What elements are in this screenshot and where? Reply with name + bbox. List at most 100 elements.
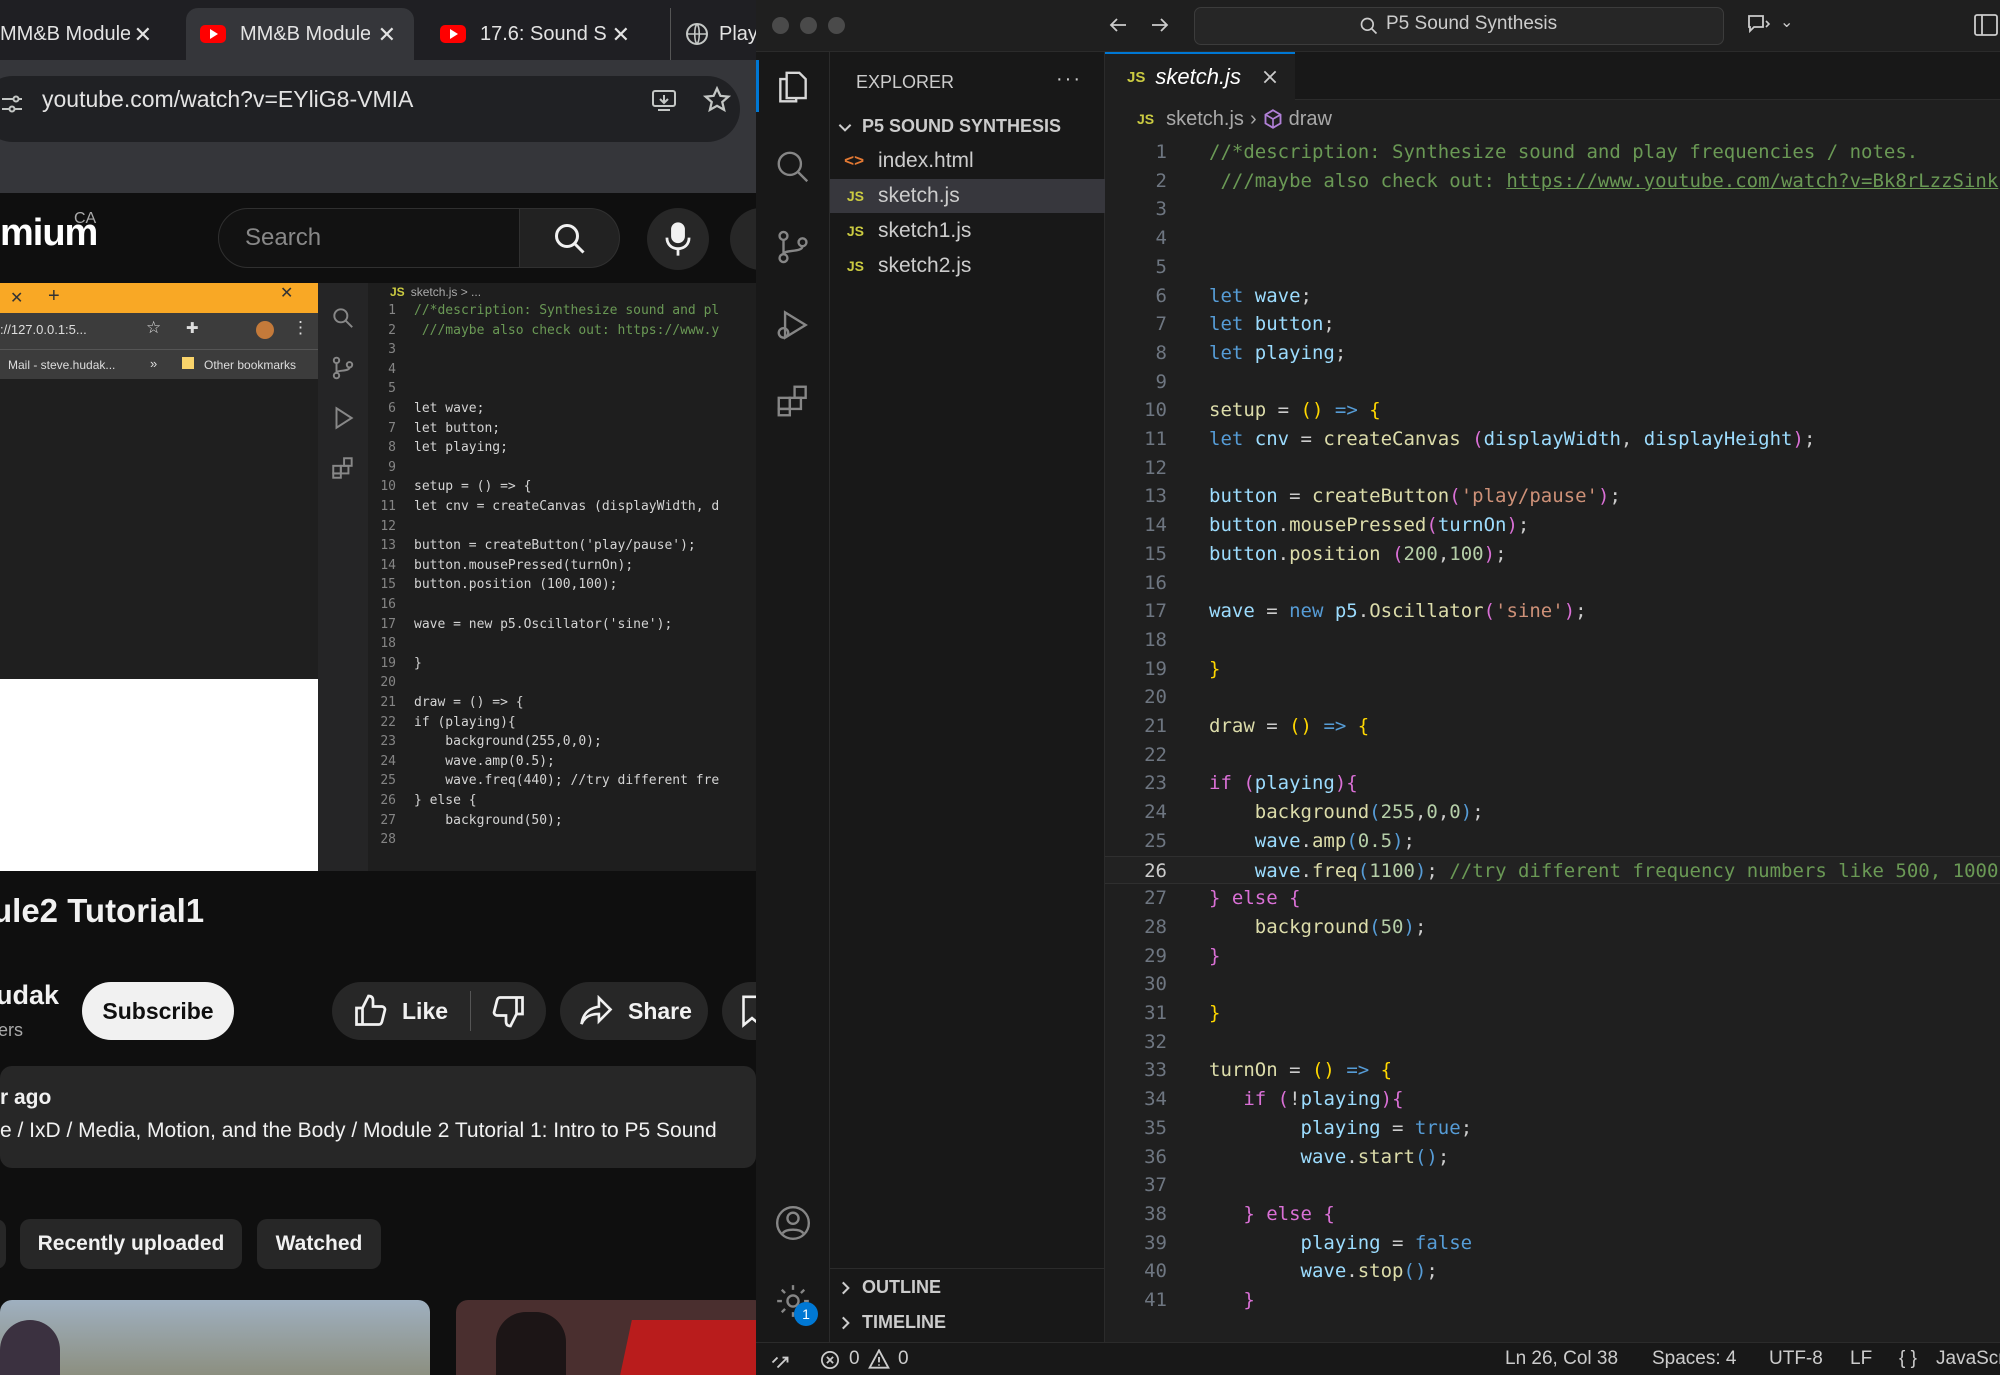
file-sketch-js[interactable]: JS sketch.js (830, 179, 1105, 213)
close-icon[interactable]: ✕ (612, 22, 630, 48)
search-button[interactable] (520, 208, 620, 268)
forward-arrow-icon[interactable] (1148, 13, 1172, 37)
code-line[interactable]: 29} (1105, 942, 2000, 971)
code-line[interactable]: 28 background(50); (1105, 913, 2000, 942)
code-line[interactable]: 9 (1105, 368, 2000, 397)
outline-section[interactable]: OUTLINE (836, 1277, 941, 1298)
recommended-thumbnail[interactable] (0, 1300, 430, 1375)
code-line[interactable]: 39 playing = false (1105, 1229, 2000, 1258)
file-sketch1-js[interactable]: JS sketch1.js (830, 214, 1105, 248)
close-icon[interactable]: ✕ (134, 22, 152, 48)
breadcrumb-symbol[interactable]: draw (1289, 108, 1332, 131)
close-icon[interactable] (1261, 68, 1279, 86)
more-actions-icon[interactable]: ··· (1056, 68, 1082, 91)
code-line[interactable]: 7 let button; (1105, 310, 2000, 339)
code-line[interactable]: 13 button = createButton('play/pause'); (1105, 482, 2000, 511)
thumbs-up-icon[interactable] (352, 993, 388, 1029)
explorer-files-icon[interactable] (774, 68, 812, 106)
browser-tab-3[interactable]: 17.6: Sound S ✕ (426, 8, 648, 60)
code-line[interactable]: 32 (1105, 1028, 2000, 1057)
like-label[interactable]: Like (402, 998, 448, 1025)
chip-watched[interactable]: Watched (257, 1219, 381, 1269)
code-line[interactable]: 14 button.mousePressed(turnOn); (1105, 511, 2000, 540)
browser-tab-1[interactable]: MM&B Module ✕ (0, 8, 170, 60)
code-line[interactable]: 37 (1105, 1171, 2000, 1200)
code-line[interactable]: 6 let wave; (1105, 282, 2000, 311)
copilot-chat-icon[interactable] (1746, 12, 1772, 36)
code-line[interactable]: 18 (1105, 626, 2000, 655)
code-line[interactable]: 22 (1105, 741, 2000, 770)
code-line[interactable]: 27} else { (1105, 884, 2000, 913)
code-line[interactable]: 5 (1105, 253, 2000, 282)
code-line[interactable]: 8 let playing; (1105, 339, 2000, 368)
error-count[interactable]: 0 (849, 1348, 860, 1370)
bookmark-star-icon[interactable] (702, 85, 732, 115)
chip-partial[interactable] (0, 1219, 6, 1269)
code-line[interactable]: 41 } (1105, 1286, 2000, 1315)
code-line[interactable]: 15 button.position (200,100); (1105, 540, 2000, 569)
code-line[interactable]: 17 wave = new p5.Oscillator('sine'); (1105, 597, 2000, 626)
code-line[interactable]: 4 (1105, 224, 2000, 253)
file-sketch2-js[interactable]: JS sketch2.js (830, 249, 1105, 283)
code-line[interactable]: 31} (1105, 999, 2000, 1028)
project-folder-header[interactable]: P5 SOUND SYNTHESIS (836, 116, 1061, 137)
code-line[interactable]: 34 if (!playing){ (1105, 1085, 2000, 1114)
code-line[interactable]: 3 (1105, 195, 2000, 224)
code-line[interactable]: 30 (1105, 970, 2000, 999)
extensions-icon[interactable] (774, 382, 812, 420)
recommended-thumbnail[interactable] (456, 1300, 756, 1375)
end-of-line[interactable]: LF (1850, 1348, 1872, 1370)
browser-tab-4[interactable]: Play (670, 8, 756, 60)
video-player[interactable]: ✕ + ✕ ://127.0.0.1:5... ☆ ✚ ⋮ Mail - ste… (0, 283, 756, 871)
code-line[interactable]: 19} (1105, 655, 2000, 684)
chevron-down-icon[interactable]: ⌄ (1780, 12, 1793, 32)
code-line[interactable]: 25 wave.amp(0.5); (1105, 827, 2000, 856)
code-line[interactable]: 26 wave.freq(1100); //try different freq… (1105, 855, 2000, 885)
account-icon[interactable] (774, 1204, 812, 1242)
remote-icon[interactable] (770, 1350, 790, 1370)
run-debug-icon[interactable] (774, 306, 812, 344)
file-index-html[interactable]: <> index.html (830, 144, 1105, 178)
source-control-icon[interactable] (774, 228, 812, 266)
close-icon[interactable]: ✕ (378, 22, 396, 48)
code-line[interactable]: 11 let cnv = createCanvas (displayWidth, … (1105, 425, 2000, 454)
code-line[interactable]: 20 (1105, 683, 2000, 712)
code-line[interactable]: 10 setup = () => { (1105, 396, 2000, 425)
save-button[interactable] (722, 982, 756, 1040)
search-icon[interactable] (774, 148, 812, 186)
code-line[interactable]: 16 (1105, 569, 2000, 598)
back-arrow-icon[interactable] (1106, 13, 1130, 37)
code-line[interactable]: 2 ///maybe also check out: https://www.y… (1105, 167, 2000, 196)
layout-icon[interactable] (1974, 14, 1998, 36)
cursor-position[interactable]: Ln 26, Col 38 (1505, 1348, 1618, 1370)
encoding[interactable]: UTF-8 (1769, 1348, 1823, 1370)
browser-tab-2[interactable]: MM&B Module ✕ (186, 8, 414, 60)
code-line[interactable]: 21 draw = () => { (1105, 712, 2000, 741)
thumbs-down-icon[interactable] (491, 993, 527, 1029)
breadcrumb-file[interactable]: sketch.js (1166, 108, 1244, 131)
subscribe-button[interactable]: Subscribe (82, 982, 234, 1040)
window-close-button[interactable] (772, 17, 789, 34)
code-line[interactable]: 40 wave.stop(); (1105, 1257, 2000, 1286)
code-line[interactable]: 35 playing = true; (1105, 1114, 2000, 1143)
channel-name[interactable]: udak (0, 980, 59, 1011)
code-line[interactable]: 12 (1105, 454, 2000, 483)
warning-count[interactable]: 0 (898, 1348, 909, 1370)
share-button[interactable]: Share (560, 982, 708, 1040)
indentation[interactable]: Spaces: 4 (1652, 1348, 1737, 1370)
install-app-icon[interactable] (650, 86, 678, 114)
code-line[interactable]: 23 if (playing){ (1105, 769, 2000, 798)
code-line[interactable]: 1 //*description: Synthesize sound and pl… (1105, 138, 2000, 167)
window-minimize-button[interactable] (800, 17, 817, 34)
code-line[interactable]: 38 } else { (1105, 1200, 2000, 1229)
address-bar-url[interactable]: youtube.com/watch?v=EYliG8-VMIA (42, 86, 413, 113)
error-icon[interactable] (820, 1350, 840, 1370)
description-box[interactable] (0, 1066, 756, 1168)
site-settings-icon[interactable] (0, 92, 24, 116)
voice-search-button[interactable] (647, 208, 709, 270)
code-line[interactable]: 24 background(255,0,0); (1105, 798, 2000, 827)
window-maximize-button[interactable] (828, 17, 845, 34)
chip-recently-uploaded[interactable]: Recently uploaded (20, 1219, 242, 1269)
warning-icon[interactable] (868, 1349, 890, 1369)
language-mode[interactable]: JavaScript (1936, 1348, 2000, 1370)
